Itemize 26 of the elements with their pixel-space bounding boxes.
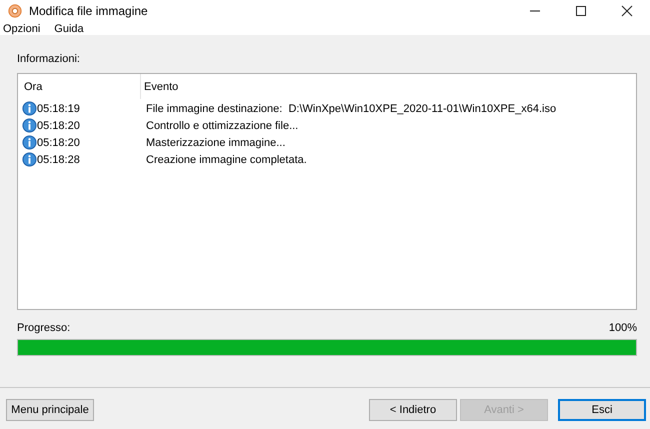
close-icon[interactable] xyxy=(621,5,633,17)
disc-icon xyxy=(8,4,22,18)
column-header[interactable]: Evento xyxy=(141,74,178,99)
button[interactable]: Esci xyxy=(558,399,646,421)
progress-label: Progresso: xyxy=(17,322,70,336)
maximize-icon[interactable] xyxy=(575,5,587,17)
button[interactable]: < Indietro xyxy=(369,399,457,421)
column-header[interactable]: Ora xyxy=(18,74,141,99)
info-icon xyxy=(22,135,37,150)
menu-item[interactable]: Opzioni xyxy=(3,22,40,34)
menu-item[interactable]: Guida xyxy=(54,22,84,34)
progress-reading: 100% xyxy=(608,322,637,336)
section-label: Informazioni: xyxy=(17,53,81,67)
table-cell: 05:18:20 xyxy=(37,136,80,148)
table-cell: 05:18:20 xyxy=(37,120,80,132)
info-icon xyxy=(22,101,37,116)
table-cell: Creazione immagine completata. xyxy=(146,154,307,166)
table-cell: Controllo e ottimizzazione file... xyxy=(146,120,298,132)
info-icon xyxy=(22,118,37,133)
info-icon xyxy=(22,152,37,167)
button[interactable]: Menu principale xyxy=(6,399,94,421)
table-cell: File immagine destinazione: D:\WinXpe\Win10XPE_2020-11-01\Win10XPE_x64.iso xyxy=(146,102,556,114)
table-cell: Masterizzazione immagine... xyxy=(146,136,286,148)
table-cell: 05:18:19 xyxy=(37,102,80,114)
window-title: Modifica file immagine xyxy=(29,4,148,18)
table-cell: 05:18:28 xyxy=(37,154,80,166)
